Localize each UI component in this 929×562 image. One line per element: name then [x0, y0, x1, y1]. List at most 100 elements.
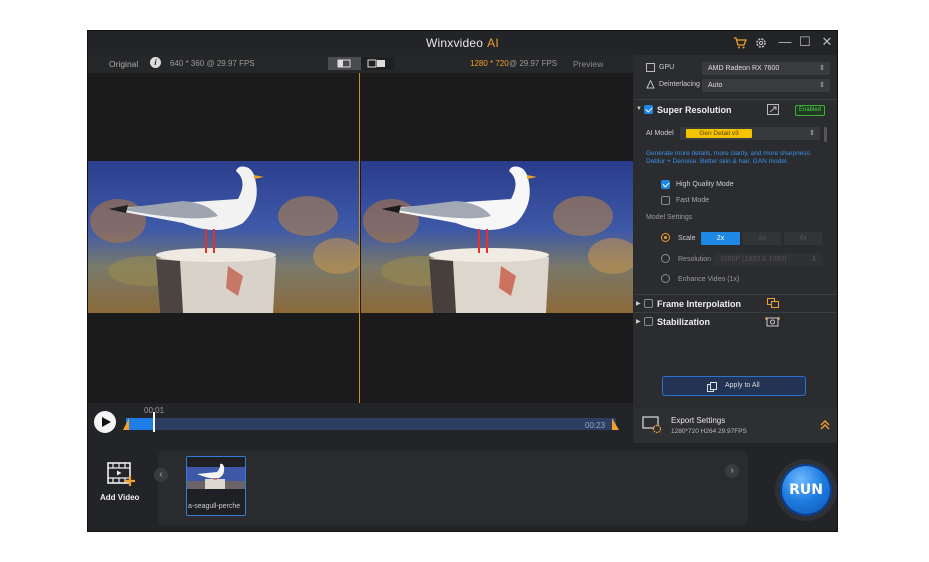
scale-2x-button[interactable]: 2x: [701, 232, 740, 245]
stabilization-checkbox[interactable]: [644, 317, 653, 326]
preview-resolution: 1280 * 720: [470, 59, 509, 68]
deinterlacing-select[interactable]: Auto ⇕: [702, 79, 830, 92]
stabilization-title: Stabilization: [657, 317, 711, 327]
app-ai-suffix: AI: [487, 36, 499, 50]
play-button[interactable]: [94, 411, 116, 433]
resolution-radio[interactable]: [661, 254, 670, 263]
ai-model-value: Gen Detail v3: [686, 129, 752, 138]
scroll-left-button[interactable]: ‹: [154, 468, 168, 482]
select-arrows-icon: ⇕: [819, 65, 825, 72]
side-by-side-view-button[interactable]: [328, 57, 361, 70]
maximize-button[interactable]: ☐: [797, 34, 813, 50]
export-settings-title: Export Settings: [671, 416, 726, 425]
fast-mode-checkbox[interactable]: [661, 196, 670, 205]
resolution-label: Resolution: [678, 256, 712, 263]
split-view-button[interactable]: [361, 57, 394, 70]
ai-model-select[interactable]: Gen Detail v3 ⇕: [680, 127, 820, 140]
high-quality-mode-label: High Quality Mode: [676, 181, 734, 188]
camera-icon: [765, 317, 780, 327]
model-description-line2: Deblur + Denoise. Better skin & hair. GA…: [646, 158, 789, 165]
scale-radio[interactable]: [661, 233, 670, 242]
resolution-select[interactable]: 1080P (1920 X 1080) ⇕: [714, 253, 822, 266]
frame-interpolation-checkbox[interactable]: [644, 299, 653, 308]
select-arrows-icon: ⇕: [811, 256, 817, 263]
timeline-progress: [126, 418, 156, 430]
video-thumbnail[interactable]: a-seagull-perche: [186, 456, 246, 516]
frame-interpolation-title: Frame Interpolation: [657, 299, 742, 309]
title-bar: Winxvideo AI — ☐ ✕: [88, 31, 837, 55]
divider: [634, 99, 837, 100]
video-list-strip: [158, 451, 748, 525]
panel-scrollbar[interactable]: [824, 127, 827, 142]
divider: [634, 294, 837, 295]
original-resolution: 640 * 360 @ 29.97 FPS: [170, 59, 255, 68]
app-window: Winxvideo AI — ☐ ✕ Original i 640 * 360 @…: [87, 30, 838, 532]
original-label: Original: [109, 59, 139, 69]
thumbnail-label: a-seagull-perche: [188, 503, 241, 510]
gpu-select[interactable]: AMD Radeon RX 7600 ⇕: [702, 62, 830, 75]
end-time: 00:23: [585, 421, 606, 430]
ai-model-label: AI Model: [646, 130, 674, 137]
enabled-badge: Enabled: [795, 105, 825, 116]
preview-info-bar: Original i 640 * 360 @ 29.97 FPS 1280 * …: [88, 55, 633, 73]
frames-icon: [767, 298, 779, 308]
gear-icon[interactable]: [754, 36, 768, 50]
app-title: Winxvideo AI: [426, 36, 499, 50]
add-video-icon: [107, 462, 135, 486]
compare-divider[interactable]: [359, 73, 360, 425]
super-resolution-checkbox[interactable]: [644, 105, 653, 114]
upscale-icon: [767, 104, 779, 115]
collapse-arrow-icon[interactable]: ▼: [636, 106, 642, 112]
compare-mode-toggle[interactable]: [328, 57, 394, 70]
super-resolution-title: Super Resolution: [657, 105, 732, 115]
add-video-label: Add Video: [100, 493, 140, 502]
scale-3x-button[interactable]: 3x: [743, 232, 781, 245]
apply-to-all-button[interactable]: Apply to All: [662, 376, 806, 396]
cart-icon[interactable]: [733, 36, 747, 50]
divider: [634, 312, 837, 313]
gpu-icon: [646, 63, 655, 72]
expand-arrow-icon[interactable]: ▶: [636, 318, 641, 325]
enhance-video-radio[interactable]: [661, 274, 670, 283]
run-button[interactable]: RUN: [780, 464, 832, 516]
enhance-video-label: Enhance Video (1x): [678, 276, 740, 283]
chevron-up-double-icon[interactable]: [820, 419, 830, 431]
settings-panel: GPU AMD Radeon RX 7600 ⇕ Deinterlacing Au…: [634, 55, 837, 408]
minimize-button[interactable]: —: [777, 34, 793, 49]
info-icon[interactable]: i: [150, 57, 161, 68]
gpu-label: GPU: [659, 64, 675, 71]
export-settings-icon: [642, 416, 662, 434]
original-video-frame: [88, 161, 359, 313]
run-button-ring: RUN: [775, 459, 837, 521]
close-button[interactable]: ✕: [819, 34, 835, 50]
model-settings-label: Model Settings: [646, 214, 693, 221]
select-arrows-icon: ⇕: [819, 82, 825, 89]
timeline-track[interactable]: [126, 418, 616, 430]
deinterlacing-label: Deinterlacing: [659, 81, 700, 88]
copy-icon: [707, 382, 717, 392]
select-arrows-icon: ⇕: [809, 130, 815, 137]
timeline-bar: 00:01 00:23: [88, 403, 633, 443]
high-quality-mode-checkbox[interactable]: [661, 180, 670, 189]
model-description-line1: Generate more details, more clarity, and…: [646, 150, 812, 157]
preview-label: Preview: [573, 59, 604, 69]
scale-label: Scale: [678, 235, 696, 242]
add-video-button[interactable]: Add Video: [96, 453, 144, 502]
gpu-value: AMD Radeon RX 7600: [708, 65, 780, 72]
fast-mode-label: Fast Mode: [676, 197, 710, 204]
apply-to-all-label: Apply to All: [725, 382, 760, 389]
preview-area: Original i 640 * 360 @ 29.97 FPS 1280 * …: [88, 55, 633, 443]
media-strip: Add Video ‹ › a-seagull-perche RUN: [88, 443, 837, 531]
deinterlacing-icon: [646, 80, 655, 89]
export-settings-bar[interactable]: Export Settings 1280*720 H264 29.97FPS: [634, 408, 837, 443]
playhead[interactable]: [153, 412, 155, 432]
scroll-right-button[interactable]: ›: [725, 464, 739, 478]
expand-arrow-icon[interactable]: ▶: [636, 300, 641, 307]
preview-video-frame: [361, 161, 633, 313]
scale-4x-button[interactable]: 4x: [784, 232, 822, 245]
thumbnail-image: [187, 457, 245, 499]
preview-fps: @ 29.97 FPS: [509, 59, 558, 68]
app-name: Winxvideo: [426, 36, 484, 50]
resolution-value: 1080P (1920 X 1080): [720, 256, 787, 263]
export-settings-details: 1280*720 H264 29.97FPS: [671, 428, 747, 435]
